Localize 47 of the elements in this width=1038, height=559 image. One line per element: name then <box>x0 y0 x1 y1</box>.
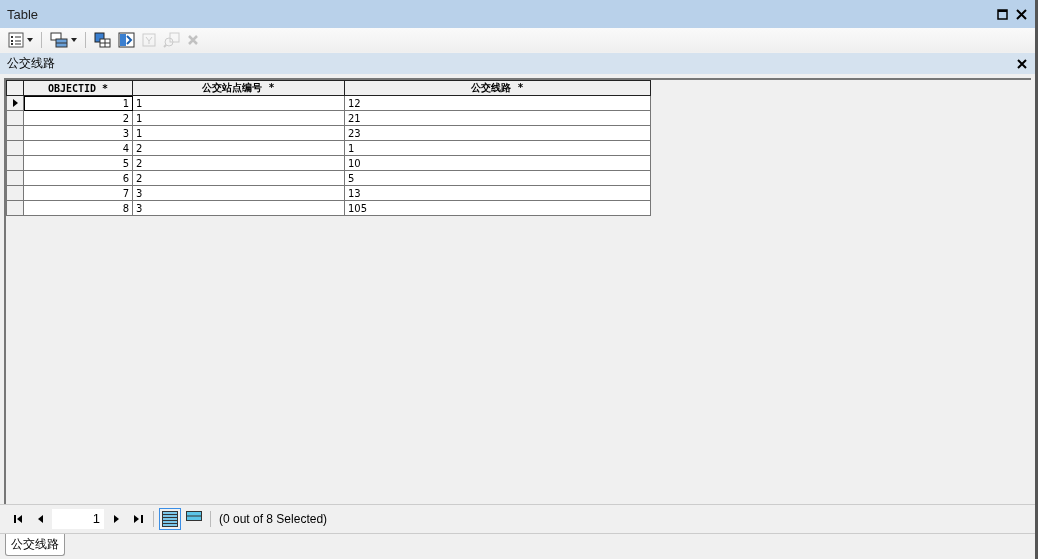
record-field[interactable]: 1 <box>52 509 104 529</box>
table-cell: 6 <box>23 170 133 186</box>
table-cell: 3 <box>23 125 133 141</box>
table-cell: 2 <box>23 110 133 126</box>
last-icon[interactable] <box>133 515 143 523</box>
table-cell: 3 <box>132 200 345 216</box>
table-cell: 105 <box>344 200 651 216</box>
table-cell: 23 <box>344 125 651 141</box>
column-header[interactable]: 公交站点编号 * <box>132 80 345 96</box>
column-header[interactable]: 公交线路 * <box>344 80 651 96</box>
table-cell: 21 <box>344 110 651 126</box>
maximize-icon[interactable] <box>997 8 1008 20</box>
table-cell: 2 <box>132 170 345 186</box>
table-tab[interactable]: 公交线路 <box>5 534 65 556</box>
first-icon[interactable] <box>13 515 23 523</box>
table-cell: 13 <box>344 185 651 201</box>
table-name: 公交线路 <box>7 55 55 72</box>
table-cell: 1 <box>132 125 345 141</box>
select-by-attributes-button[interactable] <box>92 31 113 49</box>
current-row-icon <box>13 99 18 107</box>
table-cell: 7 <box>23 185 133 201</box>
table-cell: 5 <box>23 155 133 171</box>
column-header[interactable]: OBJECTID * <box>23 80 133 96</box>
table-cell: 3 <box>132 185 345 201</box>
caret-icon[interactable] <box>27 38 33 42</box>
next-icon[interactable] <box>113 515 119 523</box>
table-cell: 8 <box>23 200 133 216</box>
table-cell: 2 <box>132 140 345 156</box>
table-cell: 1 <box>23 95 133 111</box>
table-cell: 5 <box>344 170 651 186</box>
caret-icon[interactable] <box>71 38 77 42</box>
close-icon[interactable] <box>1017 58 1027 69</box>
table-cell: 2 <box>132 155 345 171</box>
close-icon[interactable] <box>1016 8 1027 20</box>
table-cell: 1 <box>132 95 345 111</box>
switch-selection-button[interactable] <box>116 31 137 49</box>
table-cell: 10 <box>344 155 651 171</box>
table-cell: 4 <box>23 140 133 156</box>
selection-status: (0 out of 8 Selected) <box>219 512 328 526</box>
previous-icon[interactable] <box>37 515 43 523</box>
related-tables-button[interactable] <box>48 31 79 49</box>
window-title: Table <box>7 6 39 22</box>
table-options-button[interactable] <box>6 31 35 49</box>
table-cell: 12 <box>344 95 651 111</box>
table-icon[interactable] <box>186 511 202 521</box>
table-cell: 1 <box>132 110 345 126</box>
table-cell: 1 <box>344 140 651 156</box>
